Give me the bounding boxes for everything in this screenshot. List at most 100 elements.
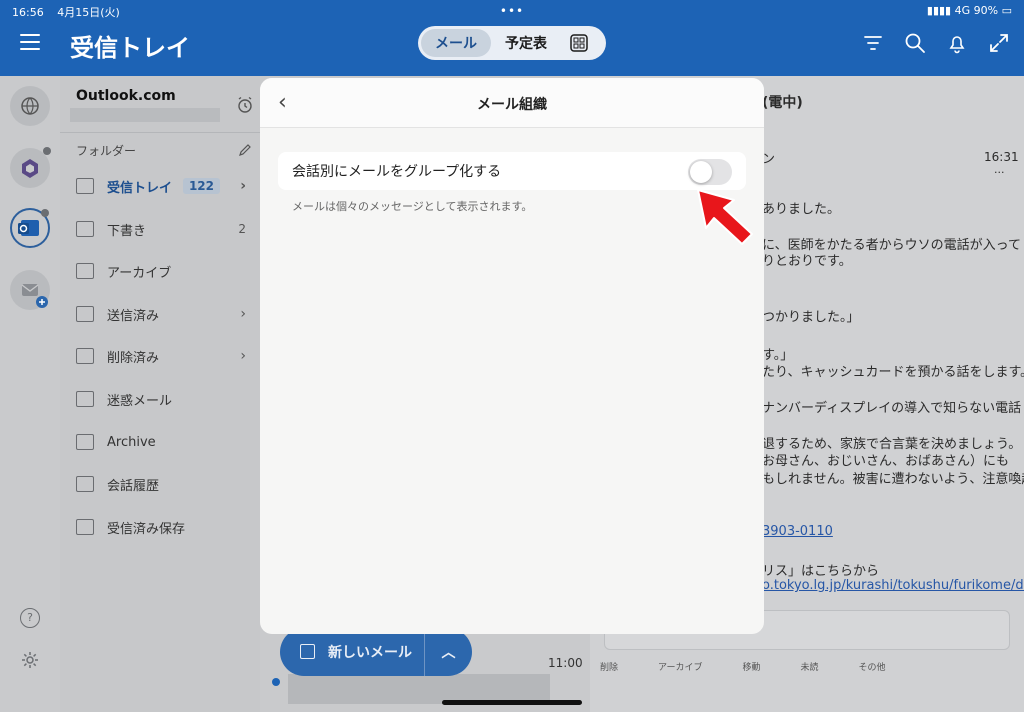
bell-icon[interactable] bbox=[946, 32, 968, 54]
folder-label: 迷惑メール bbox=[107, 393, 173, 409]
help-icon[interactable]: ? bbox=[20, 608, 40, 628]
archive-button[interactable]: アーカイブ bbox=[658, 660, 702, 673]
view-switcher: メール 予定表 bbox=[418, 26, 606, 60]
dialog-header: ‹ メール組織 bbox=[260, 78, 764, 128]
chevron-right-icon[interactable]: › bbox=[240, 348, 246, 364]
hamburger-menu-icon[interactable] bbox=[20, 34, 40, 50]
body-line: たり、キャッシュカードを預かる話をします。 bbox=[762, 365, 1024, 380]
toggle-knob bbox=[690, 161, 712, 183]
folder-label: 送信済み bbox=[107, 308, 160, 324]
body-line: お母さん、おじいさん、おばあさん）にも bbox=[762, 454, 1010, 469]
notification-dot bbox=[41, 209, 49, 217]
folder-conversation-history[interactable]: 会話履歴 bbox=[76, 470, 260, 498]
folder-junk[interactable]: 迷惑メール bbox=[76, 385, 260, 413]
expand-icon[interactable] bbox=[988, 32, 1010, 54]
network-type: 4G bbox=[954, 4, 971, 17]
notification-dot bbox=[43, 147, 51, 155]
folder-label: Archive bbox=[107, 434, 156, 450]
folder-inbox[interactable]: 受信トレイ 122 › bbox=[76, 172, 260, 200]
new-mail-button[interactable]: 新しいメール ︿ bbox=[280, 628, 472, 676]
junk-folder-icon bbox=[76, 391, 94, 407]
tab-mail[interactable]: メール bbox=[421, 29, 491, 57]
dialog-title: メール組織 bbox=[477, 97, 547, 113]
folder-received-saved[interactable]: 受信済み保存 bbox=[76, 513, 260, 541]
group-by-conversation-toggle[interactable] bbox=[688, 159, 732, 185]
folder-label: 受信トレイ bbox=[107, 180, 173, 196]
settings-gear-icon[interactable] bbox=[20, 650, 40, 670]
group-by-conversation-row[interactable]: 会話別にメールをグループ化する bbox=[278, 152, 746, 190]
folder-pane: Outlook.com フォルダー 受信トレイ 122 › 下書き 2 アーカイ… bbox=[60, 76, 260, 712]
delete-button[interactable]: 削除 bbox=[600, 660, 618, 673]
chevron-up-icon[interactable]: ︿ bbox=[425, 642, 472, 662]
setting-label: 会話別にメールをグループ化する bbox=[292, 164, 502, 180]
draft-count: 2 bbox=[238, 222, 246, 236]
folder-deleted[interactable]: 削除済み › bbox=[76, 342, 260, 370]
message-time: 16:31 bbox=[984, 150, 1019, 164]
folder-icon bbox=[76, 519, 94, 535]
search-icon[interactable] bbox=[904, 32, 926, 54]
send-icon bbox=[76, 306, 94, 322]
alarm-clock-icon[interactable] bbox=[236, 96, 254, 118]
body-line: りとおりです。 bbox=[762, 254, 852, 269]
inbox-icon bbox=[76, 178, 94, 194]
folder-sent[interactable]: 送信済み › bbox=[76, 300, 260, 328]
folder-archive-jp[interactable]: アーカイブ bbox=[76, 257, 260, 285]
phone-link[interactable]: 3903-0110 bbox=[762, 524, 833, 539]
status-date: 4月15日(火) bbox=[57, 6, 120, 19]
move-button[interactable]: 移動 bbox=[742, 660, 760, 673]
trash-icon bbox=[76, 348, 94, 364]
more-button[interactable]: その他 bbox=[859, 660, 886, 673]
copilot-icon[interactable] bbox=[10, 147, 51, 188]
body-line: ナンバーディスプレイの導入で知らない電話 bbox=[762, 401, 1022, 416]
body-line: つかりました。」 bbox=[762, 310, 860, 325]
mark-unread-button[interactable]: 未読 bbox=[801, 660, 819, 673]
mail-organization-dialog: ‹ メール組織 会話別にメールをグループ化する メールは個々のメッセージとして表… bbox=[260, 78, 764, 634]
folder-label: 下書き bbox=[107, 223, 147, 239]
folder-label: アーカイブ bbox=[107, 265, 172, 281]
setting-hint: メールは個々のメッセージとして表示されます。 bbox=[292, 200, 533, 213]
folder-label: 削除済み bbox=[107, 350, 160, 366]
app-header: 16:56 4月15日(火) ••• ▮▮▮▮ 4G 90% ▭ 受信トレイ メ… bbox=[0, 0, 1024, 76]
page-title: 受信トレイ bbox=[70, 34, 190, 62]
message-toolbar: 削除 アーカイブ 移動 未読 その他 bbox=[600, 660, 1024, 673]
app-rail: ? bbox=[0, 76, 60, 712]
status-bar: 16:56 4月15日(火) ••• ▮▮▮▮ 4G 90% ▭ bbox=[12, 4, 1012, 19]
battery-percent: 90% bbox=[973, 4, 999, 17]
folders-section-label: フォルダー bbox=[76, 144, 137, 158]
battery-icon: ▭ bbox=[1001, 4, 1012, 17]
filter-icon[interactable] bbox=[862, 32, 884, 54]
message-time: 11:00 bbox=[548, 656, 583, 670]
account-name[interactable]: Outlook.com bbox=[76, 88, 176, 104]
red-arrow-icon bbox=[697, 189, 753, 245]
globe-icon[interactable] bbox=[10, 86, 50, 126]
multitask-dots-icon[interactable]: ••• bbox=[500, 4, 524, 18]
more-options-icon[interactable]: ··· bbox=[994, 166, 1005, 179]
body-line: もしれません。被害に遭わないよう、注意喚起 bbox=[762, 472, 1024, 487]
divider bbox=[60, 132, 260, 133]
folder-drafts[interactable]: 下書き 2 bbox=[76, 215, 260, 243]
body-line: リス」はこちらから bbox=[762, 564, 880, 579]
folder-archive[interactable]: Archive bbox=[76, 428, 260, 456]
chevron-right-icon[interactable]: › bbox=[240, 306, 246, 322]
outlook-icon[interactable] bbox=[10, 208, 50, 248]
apps-grid-icon[interactable] bbox=[561, 29, 597, 57]
url-link[interactable]: o.tokyo.lg.jp/kurashi/tokushu/furikome/d… bbox=[762, 578, 1024, 593]
edit-pencil-icon[interactable] bbox=[238, 142, 252, 161]
compose-icon bbox=[300, 644, 315, 659]
add-account-icon[interactable] bbox=[10, 270, 50, 310]
unread-count: 122 bbox=[182, 178, 220, 194]
tab-calendar[interactable]: 予定表 bbox=[491, 29, 561, 57]
signal-icon: ▮▮▮▮ bbox=[926, 4, 952, 17]
archive-box-icon bbox=[76, 263, 94, 279]
chevron-right-icon[interactable]: › bbox=[240, 178, 246, 194]
folder-icon bbox=[76, 476, 94, 492]
body-line: ありました。 bbox=[762, 202, 841, 217]
home-indicator bbox=[442, 700, 582, 705]
subject-fragment: (電中) bbox=[762, 95, 803, 111]
header-actions bbox=[862, 32, 1010, 54]
account-email-redacted bbox=[70, 108, 220, 122]
unread-dot bbox=[272, 678, 280, 686]
folder-label: 会話履歴 bbox=[107, 478, 160, 494]
folder-icon bbox=[76, 434, 94, 450]
status-time: 16:56 bbox=[12, 6, 44, 19]
